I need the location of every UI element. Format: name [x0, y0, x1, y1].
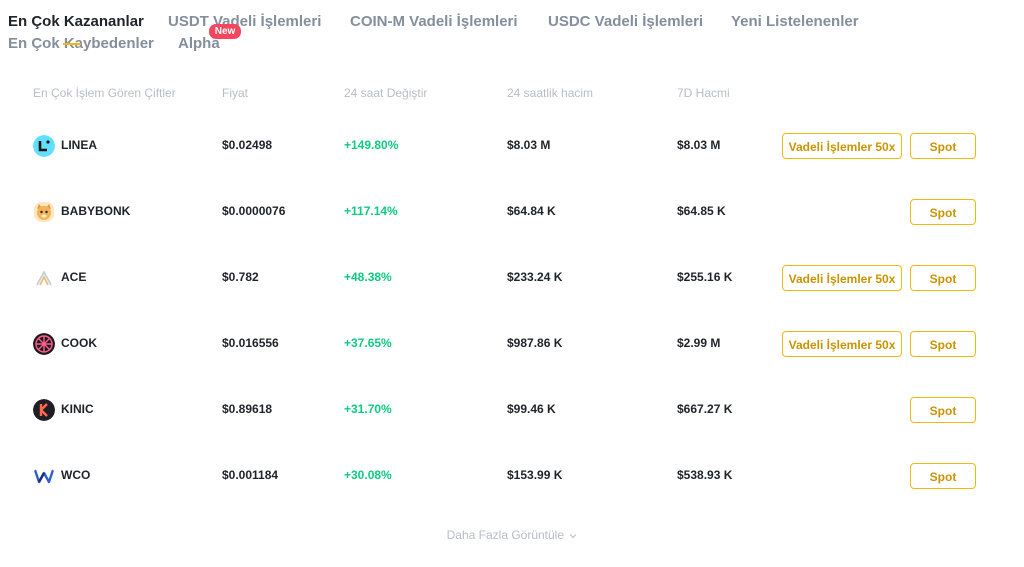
futures-button[interactable]: Vadeli İşlemler 50x: [782, 133, 902, 159]
volume-24h-value: $233.24 K: [507, 270, 563, 284]
tab-coin-m-futures[interactable]: COIN-M Vadeli İşlemleri: [350, 13, 518, 30]
column-header-pair: En Çok İşlem Gören Çiftler: [33, 86, 176, 100]
coin-name: COOK: [61, 336, 97, 350]
futures-button[interactable]: Vadeli İşlemler 50x: [782, 331, 902, 357]
table-row[interactable]: WCO $0.001184 +30.08% $153.99 K $538.93 …: [0, 456, 1024, 496]
price-value: $0.02498: [222, 138, 273, 152]
spot-button[interactable]: Spot: [910, 463, 976, 489]
price-value: $0.0000076: [222, 204, 286, 218]
price-value: $0.001184: [222, 468, 279, 482]
tab-usdc-futures[interactable]: USDC Vadeli İşlemleri: [548, 13, 703, 30]
cook-icon: [33, 333, 55, 355]
spot-button[interactable]: Spot: [910, 397, 976, 423]
change-value: +31.70%: [344, 402, 392, 416]
table-row[interactable]: LINEA $0.02498 +149.80% $8.03 M $8.03 M …: [0, 126, 1024, 166]
kinic-icon: [33, 399, 55, 421]
volume-24h-value: $64.84 K: [507, 204, 556, 218]
change-value: +30.08%: [344, 468, 392, 482]
volume-24h-value: $8.03 M: [507, 138, 551, 152]
spot-button[interactable]: Spot: [910, 265, 976, 291]
new-badge: New: [209, 24, 241, 39]
market-tabs: En Çok Kazananlar USDT Vadeli İşlemleri …: [0, 0, 1024, 60]
show-more-link[interactable]: Daha Fazla Görüntüle: [0, 528, 1024, 542]
linea-icon: [33, 135, 55, 157]
tab-new-listings[interactable]: Yeni Listelenenler: [731, 13, 859, 30]
price-value: $0.782: [222, 270, 259, 284]
futures-button[interactable]: Vadeli İşlemler 50x: [782, 265, 902, 291]
coin-name: KINIC: [61, 402, 94, 416]
coin-name: BABYBONK: [61, 204, 131, 218]
change-value: +149.80%: [344, 138, 399, 152]
volume-24h-value: $987.86 K: [507, 336, 563, 350]
change-value: +37.65%: [344, 336, 392, 350]
tab-top-gainers[interactable]: En Çok Kazananlar: [8, 13, 144, 30]
price-value: $0.89618: [222, 402, 273, 416]
coin-name: ACE: [61, 270, 87, 284]
coin-name: WCO: [61, 468, 91, 482]
volume-7d-value: $538.93 K: [677, 468, 733, 482]
spot-button[interactable]: Spot: [910, 199, 976, 225]
table-row[interactable]: KINIC $0.89618 +31.70% $99.46 K $667.27 …: [0, 390, 1024, 430]
wco-icon: [33, 465, 55, 487]
column-header-volume-7d: 7D Hacmi: [677, 86, 730, 100]
volume-7d-value: $8.03 M: [677, 138, 721, 152]
ace-icon: [33, 267, 55, 289]
column-header-volume-24h: 24 saatlik hacim: [507, 86, 594, 100]
table-row[interactable]: ACE $0.782 +48.38% $233.24 K $255.16 K V…: [0, 258, 1024, 298]
spot-button[interactable]: Spot: [910, 133, 976, 159]
spot-button[interactable]: Spot: [910, 331, 976, 357]
tab-usdt-futures[interactable]: USDT Vadeli İşlemleri: [168, 13, 321, 30]
table-row[interactable]: COOK $0.016556 +37.65% $987.86 K $2.99 M…: [0, 324, 1024, 364]
volume-7d-value: $667.27 K: [677, 402, 733, 416]
volume-7d-value: $255.16 K: [677, 270, 733, 284]
table-row[interactable]: BABYBONK $0.0000076 +117.14% $64.84 K $6…: [0, 192, 1024, 232]
price-value: $0.016556: [222, 336, 279, 350]
volume-7d-value: $64.85 K: [677, 204, 726, 218]
column-header-price: Fiyat: [222, 86, 249, 100]
strike-mark: [63, 43, 81, 45]
babybonk-icon: [34, 202, 54, 222]
change-value: +117.14%: [344, 204, 398, 218]
volume-7d-value: $2.99 M: [677, 336, 721, 350]
change-value: +48.38%: [344, 270, 392, 284]
show-more-label: Daha Fazla Görüntüle: [446, 528, 565, 542]
chevron-down-icon: [570, 533, 577, 539]
volume-24h-value: $99.46 K: [507, 402, 556, 416]
volume-24h-value: $153.99 K: [507, 468, 563, 482]
coin-name: LINEA: [61, 138, 97, 152]
column-header-change: 24 saat Değiştir: [344, 86, 428, 100]
